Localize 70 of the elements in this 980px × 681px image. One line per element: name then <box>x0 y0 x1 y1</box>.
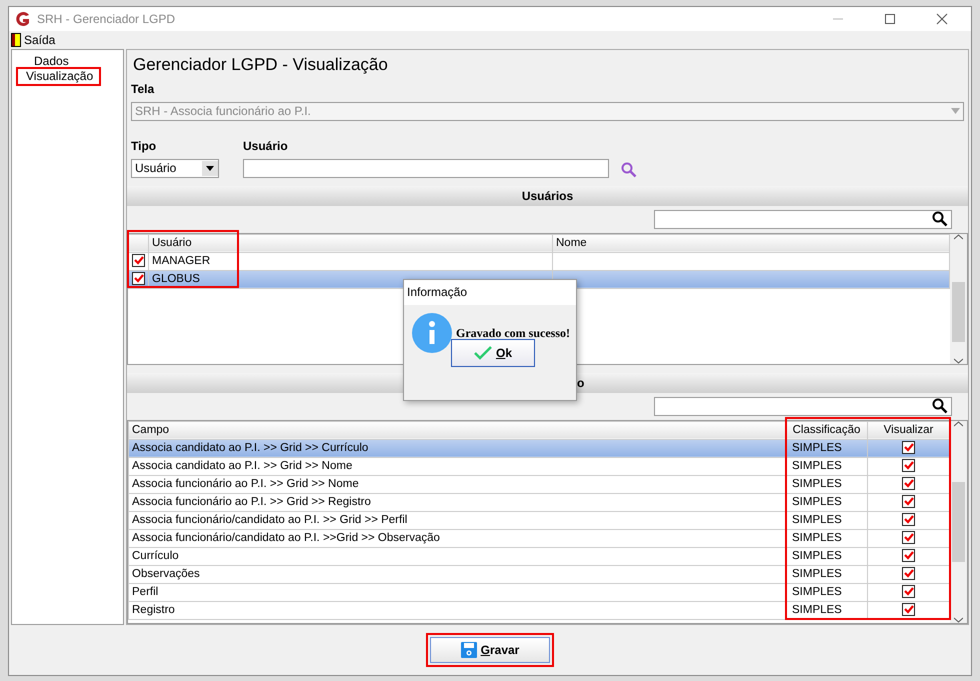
checkbox[interactable] <box>902 477 915 490</box>
scroll-down-icon[interactable] <box>954 617 963 623</box>
search-field[interactable] <box>654 210 952 228</box>
column-header[interactable]: Visualizar <box>868 421 950 439</box>
checkbox[interactable] <box>132 254 145 268</box>
table-cell: SIMPLES <box>786 493 868 511</box>
table-cell: Currículo <box>128 547 786 565</box>
table-cell: SIMPLES <box>786 583 868 601</box>
table-cell: SIMPLES <box>786 475 868 493</box>
tree-item[interactable]: Dados <box>20 54 123 69</box>
field-label: Tipo <box>131 138 158 154</box>
checkbox[interactable] <box>902 459 915 472</box>
maximize-icon[interactable] <box>884 13 896 25</box>
section-title: Usuários <box>522 188 574 202</box>
checkbox[interactable] <box>902 603 915 616</box>
table-cell: MANAGER <box>148 252 552 270</box>
field-label: Tela <box>131 80 156 98</box>
table-cell: Associa candidato ao P.I. >> Grid >> Currículo <box>128 439 786 457</box>
search-icon[interactable] <box>932 398 948 414</box>
table-cell: Associa funcionário ao P.I. >> Grid >> Registro <box>128 493 786 511</box>
table-cell: Perfil <box>128 583 786 601</box>
checkbox[interactable] <box>902 441 915 454</box>
page-heading: Gerenciador LGPD - Visualização <box>132 54 389 76</box>
checkbox[interactable] <box>902 531 915 544</box>
user-input-field[interactable] <box>243 158 609 178</box>
scroll-up-icon[interactable] <box>954 234 963 240</box>
scrollbar[interactable] <box>950 234 967 364</box>
ok-button[interactable]: Ok <box>451 339 535 367</box>
table-cell: Associa funcionário/candidato ao P.I. >> Grid >> Perfil <box>128 511 786 529</box>
checkbox[interactable] <box>902 549 915 562</box>
door-icon <box>11 33 21 47</box>
table-cell: Associa funcionário ao P.I. >> Grid >> Nome <box>128 475 786 493</box>
scrollbar[interactable] <box>950 420 967 623</box>
table-cell: Associa funcionário/candidato ao P.I. >>Grid >> Observação <box>128 529 786 547</box>
table-cell: SIMPLES <box>786 529 868 547</box>
column-header[interactable]: Usuário <box>148 234 552 252</box>
search-field[interactable] <box>654 396 952 416</box>
column-header[interactable]: Nome <box>552 234 950 252</box>
dialog-message: Gravado com sucesso! <box>456 325 570 342</box>
column-header[interactable]: Classificação <box>786 421 868 439</box>
checkbox[interactable] <box>902 585 915 598</box>
caret-icon <box>202 160 218 176</box>
table-cell: SIMPLES <box>786 547 868 565</box>
scroll-down-icon[interactable] <box>954 358 963 364</box>
checkbox[interactable] <box>902 567 915 580</box>
checkbox[interactable] <box>902 513 915 526</box>
checkbox[interactable] <box>902 495 915 508</box>
table-cell: SIMPLES <box>786 565 868 583</box>
app-logo-icon <box>15 11 31 27</box>
window-title: SRH - Gerenciador LGPD <box>37 11 176 28</box>
info-icon <box>412 313 452 353</box>
table-cell: SIMPLES <box>786 439 868 457</box>
section-title: o <box>577 376 584 390</box>
menu-item[interactable]: Saída <box>24 31 56 49</box>
save-button[interactable]: Gravar <box>430 637 550 663</box>
dialog-title: Informação <box>407 285 468 299</box>
table-cell: SIMPLES <box>786 457 868 475</box>
tree-item[interactable]: Visualização <box>18 69 100 84</box>
field-label: Usuário <box>243 138 289 154</box>
table-cell: Associa candidato ao P.I. >> Grid >> Nome <box>128 457 786 475</box>
column-header[interactable]: Campo <box>128 421 786 439</box>
check-icon <box>474 346 492 360</box>
scroll-up-icon[interactable] <box>954 420 963 426</box>
table-cell: Registro <box>128 601 786 619</box>
checkbox[interactable] <box>132 272 145 286</box>
table-cell: SIMPLES <box>786 511 868 529</box>
search-icon[interactable] <box>932 211 948 227</box>
close-icon[interactable] <box>936 13 948 25</box>
type-dropdown[interactable]: Usuário <box>131 158 219 178</box>
table-cell: Observações <box>128 565 786 583</box>
